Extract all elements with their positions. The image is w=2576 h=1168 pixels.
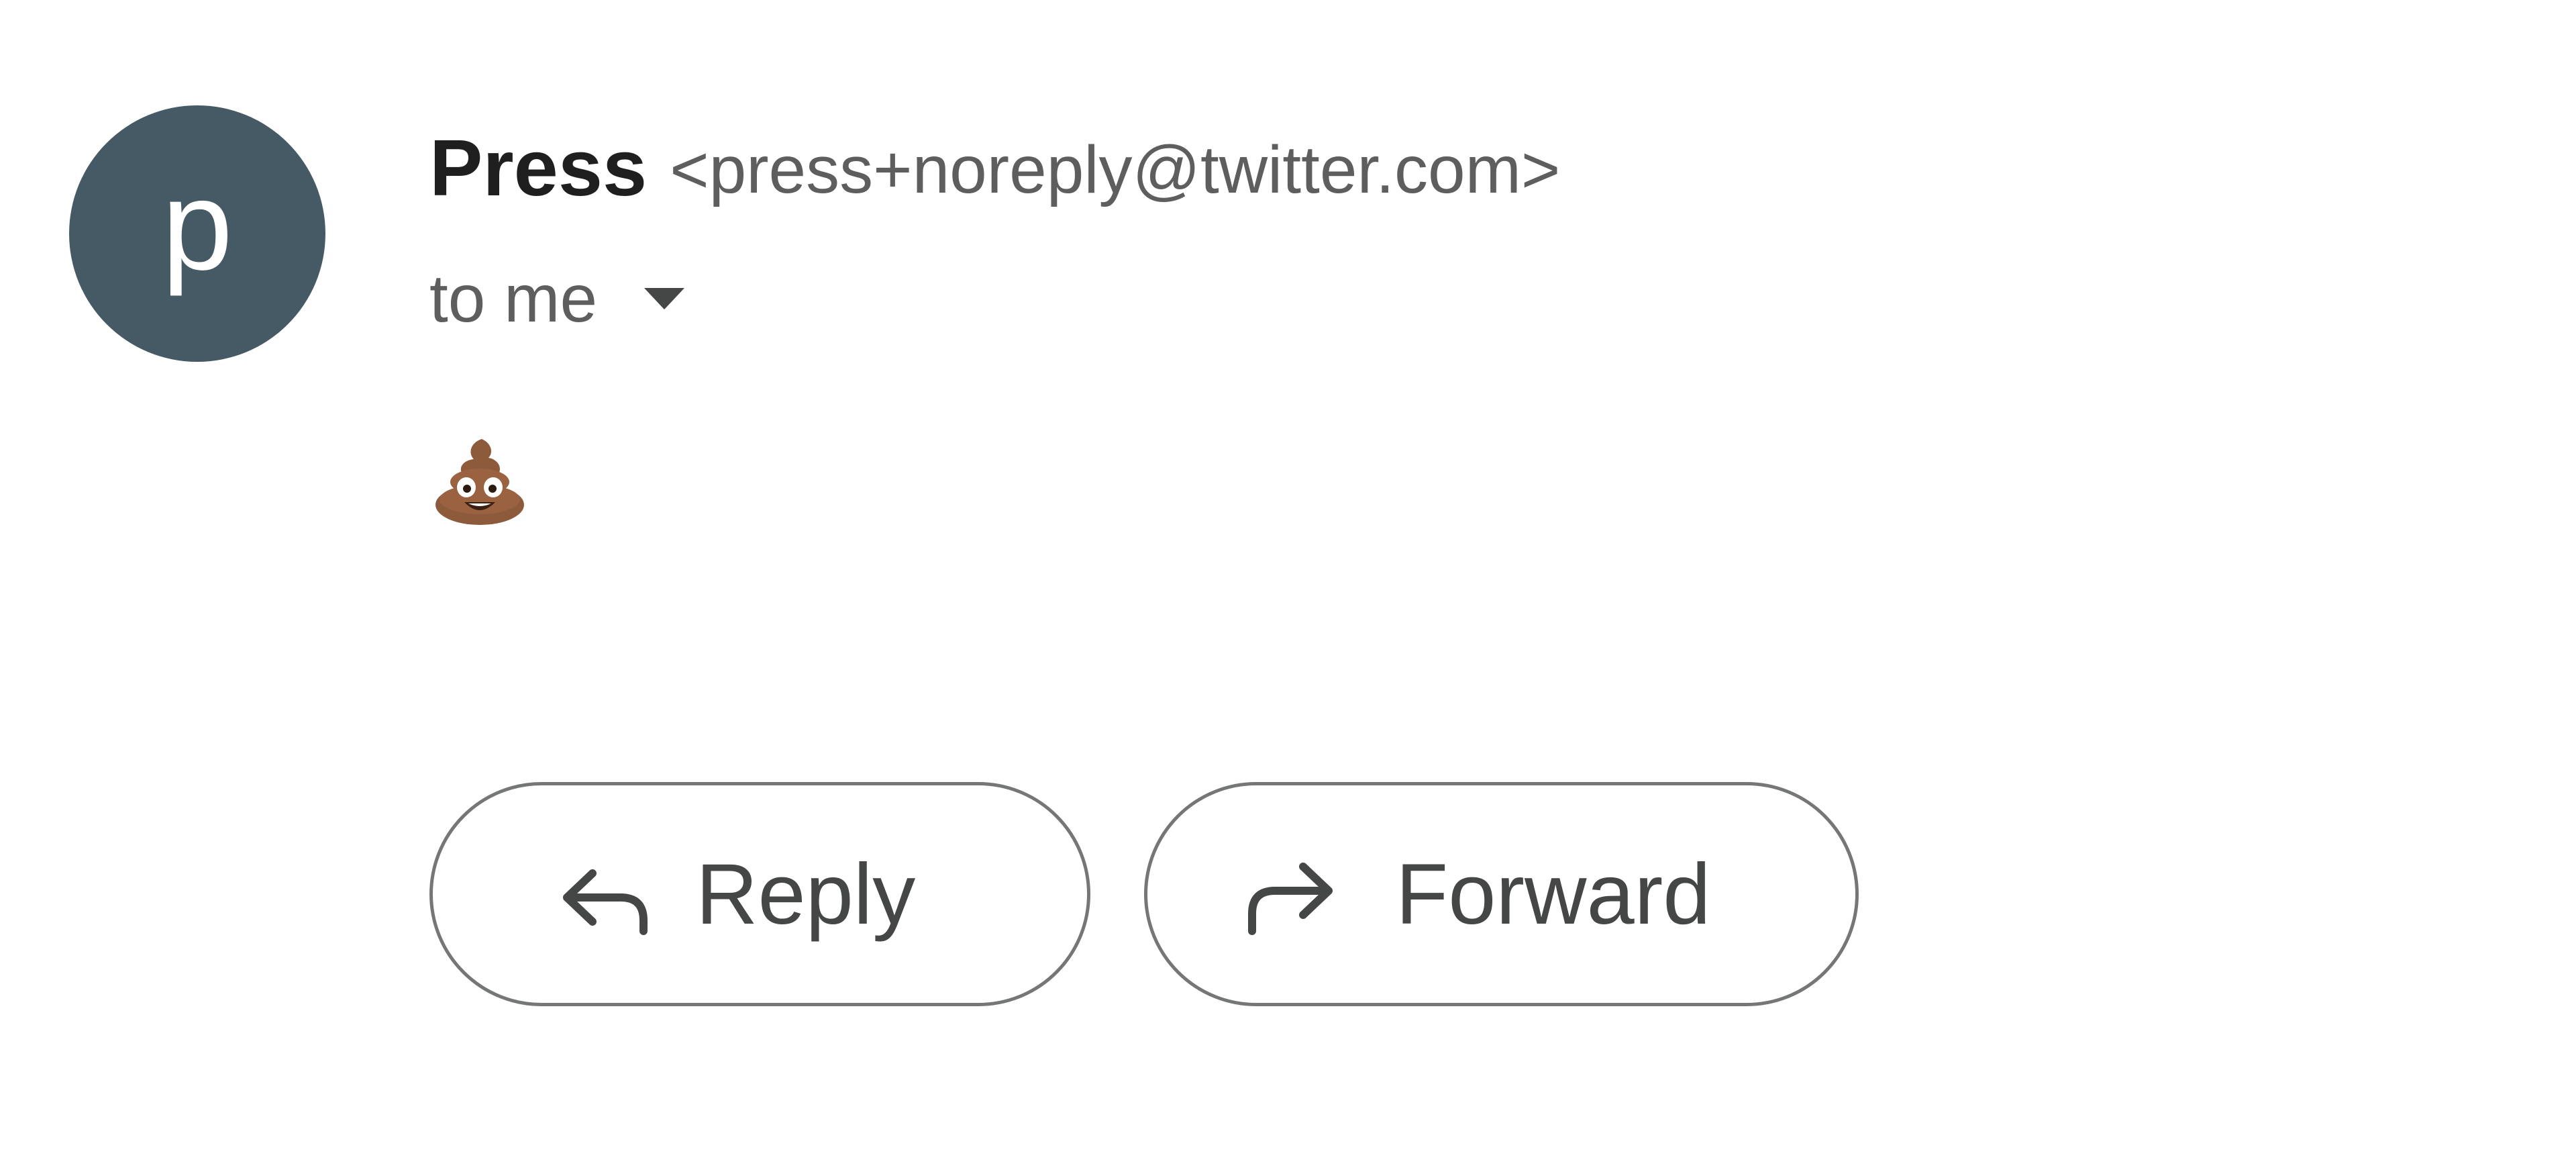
sender-email: <press+noreply@twitter.com> [670, 132, 1561, 207]
sender-line: Press <press+noreply@twitter.com> [429, 117, 1560, 218]
sender-name[interactable]: Press [429, 122, 647, 214]
reply-arrow-icon [554, 844, 654, 944]
recipient-line: to me [429, 252, 691, 346]
caret-down-icon[interactable] [637, 272, 691, 326]
message-body [429, 430, 530, 530]
sender-avatar[interactable]: p [69, 105, 325, 362]
forward-arrow-icon [1241, 844, 1342, 944]
reply-button[interactable]: Reply [429, 782, 1090, 1006]
pile-of-poo-icon [435, 439, 524, 525]
forward-button[interactable]: Forward [1144, 782, 1859, 1006]
forward-label: Forward [1396, 846, 1711, 942]
reply-label: Reply [696, 846, 916, 942]
recipient-label: to me [429, 260, 598, 336]
avatar-letter: p [162, 154, 233, 297]
